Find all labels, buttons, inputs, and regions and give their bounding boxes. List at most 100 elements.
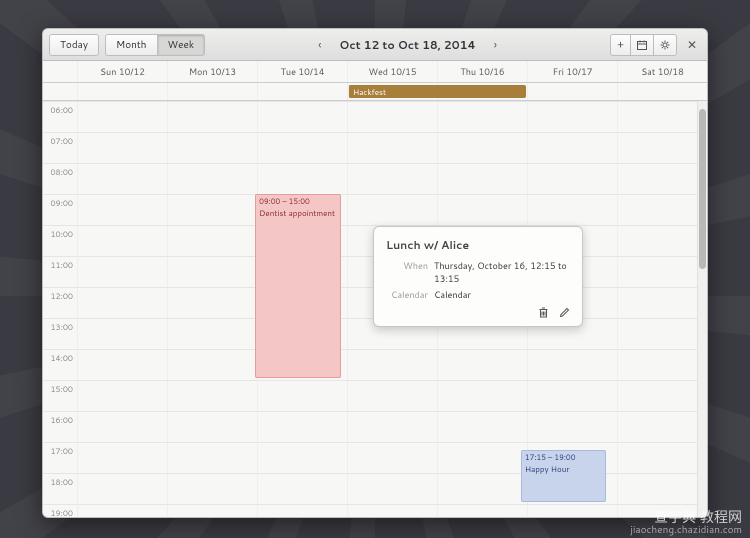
calendars-button[interactable] <box>630 34 653 56</box>
grid-cell[interactable] <box>77 380 167 411</box>
grid-cell[interactable] <box>167 380 257 411</box>
grid-cell[interactable] <box>77 411 167 442</box>
event-dentist[interactable]: 09:00 – 15:00 Dentist appointment <box>255 194 341 378</box>
grid-cell[interactable] <box>77 287 167 318</box>
grid-cell[interactable] <box>437 380 527 411</box>
grid-cell[interactable] <box>77 473 167 504</box>
grid-cell[interactable] <box>167 256 257 287</box>
grid-cell[interactable] <box>77 256 167 287</box>
grid-cell[interactable] <box>77 163 167 194</box>
calendar-area: Sun 10/12 Mon 10/13 Tue 10/14 Wed 10/15 … <box>43 61 707 517</box>
grid-cell[interactable] <box>167 411 257 442</box>
grid-cell[interactable] <box>527 132 617 163</box>
grid-cell[interactable] <box>617 225 707 256</box>
grid-cell[interactable] <box>527 163 617 194</box>
grid-cell[interactable] <box>347 473 437 504</box>
popover-calendar-label: Calendar <box>386 288 428 301</box>
grid-cell[interactable] <box>77 442 167 473</box>
grid-cell[interactable] <box>77 349 167 380</box>
grid-cell[interactable] <box>167 194 257 225</box>
scrollbar[interactable] <box>697 101 707 517</box>
edit-event-button[interactable] <box>559 307 570 318</box>
grid-cell[interactable] <box>257 380 347 411</box>
event-happy-hour[interactable]: 17:15 – 19:00 Happy Hour <box>521 450 607 502</box>
grid-cell[interactable] <box>437 194 527 225</box>
grid-cell[interactable] <box>257 132 347 163</box>
grid-cell[interactable] <box>77 132 167 163</box>
grid-cell[interactable] <box>617 380 707 411</box>
time-label: 08:00 <box>43 163 77 194</box>
grid-cell[interactable] <box>167 349 257 380</box>
grid-cell[interactable] <box>347 101 437 132</box>
allday-event-hackfest[interactable]: Hackfest <box>348 85 526 98</box>
grid-cell[interactable] <box>527 380 617 411</box>
grid-cell[interactable] <box>617 411 707 442</box>
grid-cell[interactable] <box>617 163 707 194</box>
grid-cell[interactable] <box>437 473 527 504</box>
grid-cell[interactable] <box>437 101 527 132</box>
grid-cell[interactable] <box>347 132 437 163</box>
grid-cell[interactable] <box>347 380 437 411</box>
time-gutter-header <box>43 61 77 82</box>
close-button[interactable]: ✕ <box>683 36 701 53</box>
grid-cell[interactable] <box>347 442 437 473</box>
grid-cell[interactable] <box>617 132 707 163</box>
delete-event-button[interactable] <box>538 307 549 318</box>
grid-cell[interactable] <box>437 132 527 163</box>
settings-button[interactable] <box>653 34 677 56</box>
grid-cell[interactable] <box>617 287 707 318</box>
grid-cell[interactable] <box>527 194 617 225</box>
grid-cell[interactable] <box>257 504 347 517</box>
grid-cell[interactable] <box>77 101 167 132</box>
scroll-thumb[interactable] <box>699 109 706 269</box>
grid-cell[interactable] <box>167 132 257 163</box>
grid-cell[interactable] <box>437 504 527 517</box>
grid-cell[interactable] <box>167 504 257 517</box>
grid-cell[interactable] <box>527 101 617 132</box>
grid-cell[interactable] <box>257 411 347 442</box>
grid-cell[interactable] <box>347 411 437 442</box>
grid-cell[interactable] <box>257 101 347 132</box>
grid-cell[interactable] <box>167 318 257 349</box>
grid-cell[interactable] <box>77 225 167 256</box>
grid-cell[interactable] <box>617 349 707 380</box>
event-title: Happy Hour <box>525 463 603 475</box>
grid-cell[interactable] <box>617 318 707 349</box>
grid-cell[interactable] <box>257 442 347 473</box>
grid-cell[interactable] <box>527 349 617 380</box>
grid-cell[interactable] <box>347 349 437 380</box>
grid-cell[interactable] <box>257 473 347 504</box>
next-week-button[interactable]: › <box>486 36 505 53</box>
grid-cell[interactable] <box>167 442 257 473</box>
grid-cell[interactable] <box>617 101 707 132</box>
grid-cell[interactable] <box>257 163 347 194</box>
grid-cell[interactable] <box>437 349 527 380</box>
grid-cell[interactable] <box>527 411 617 442</box>
grid-cell[interactable] <box>347 194 437 225</box>
grid-cell[interactable] <box>617 194 707 225</box>
day-headers: Sun 10/12 Mon 10/13 Tue 10/14 Wed 10/15 … <box>43 61 707 83</box>
grid-cell[interactable] <box>617 473 707 504</box>
grid-cell[interactable] <box>167 287 257 318</box>
new-event-button[interactable]: + <box>610 34 630 56</box>
grid-cell[interactable] <box>617 442 707 473</box>
grid-cell[interactable] <box>347 504 437 517</box>
grid-cell[interactable] <box>347 163 437 194</box>
grid-cell[interactable] <box>77 504 167 517</box>
grid-cell[interactable] <box>167 101 257 132</box>
grid-cell[interactable] <box>437 442 527 473</box>
month-view-button[interactable]: Month <box>105 34 156 56</box>
week-view-button[interactable]: Week <box>157 34 206 56</box>
grid-cell[interactable] <box>527 504 617 517</box>
grid-cell[interactable] <box>167 163 257 194</box>
grid-cell[interactable] <box>77 318 167 349</box>
today-button[interactable]: Today <box>49 34 99 56</box>
grid-cell[interactable] <box>437 411 527 442</box>
prev-week-button[interactable]: ‹ <box>310 36 329 53</box>
grid-cell[interactable] <box>437 163 527 194</box>
grid-cell[interactable] <box>167 473 257 504</box>
grid-cell[interactable] <box>167 225 257 256</box>
grid-cell[interactable] <box>617 256 707 287</box>
grid-cell[interactable] <box>77 194 167 225</box>
watermark-url: jiaocheng.chazidian.com <box>630 525 742 536</box>
